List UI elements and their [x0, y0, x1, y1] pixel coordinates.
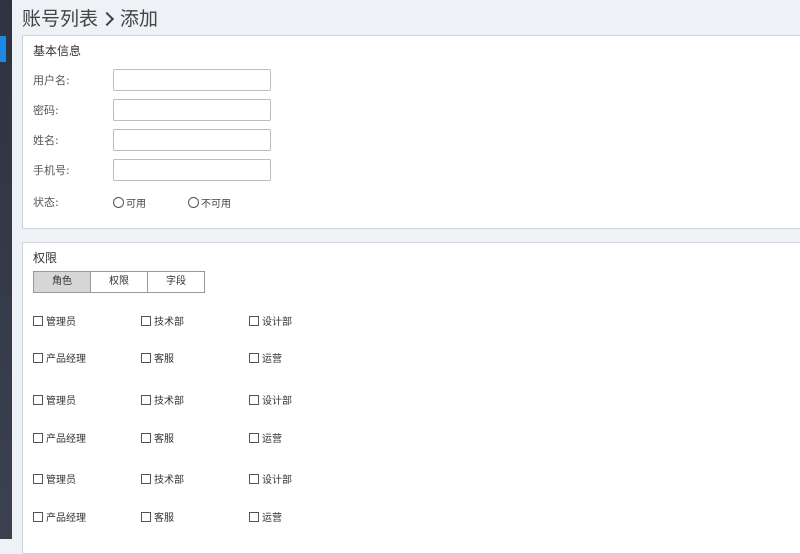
checkbox-item[interactable]: 设计部 [249, 313, 292, 328]
checkbox-square-icon[interactable] [141, 315, 151, 326]
basic-info-title: 基本信息 [33, 44, 82, 58]
checkbox-item[interactable]: 运营 [249, 509, 282, 524]
sidebar-active-indicator [0, 36, 6, 62]
name-label: 姓名: [33, 134, 59, 147]
checkbox-label: 技术部 [154, 317, 184, 328]
basic-info-panel: 基本信息 用户名: 密码: 姓名: 手机号: 状态: 可用 不可用 [22, 35, 800, 229]
checkbox-label: 客服 [154, 434, 174, 445]
phone-input[interactable] [113, 159, 271, 181]
checkbox-label: 管理员 [46, 396, 76, 407]
password-label: 密码: [33, 104, 59, 117]
status-radio-group: 可用 不可用 [113, 195, 273, 210]
checkbox-square-icon[interactable] [141, 394, 151, 405]
breadcrumb-parent[interactable]: 账号列表 [22, 6, 98, 32]
checkbox-item[interactable]: 技术部 [141, 392, 184, 407]
checkbox-label: 运营 [262, 434, 282, 445]
checkbox-square-icon[interactable] [141, 432, 151, 443]
status-radio-disabled[interactable]: 不可用 [188, 195, 231, 210]
checkbox-label: 设计部 [262, 475, 292, 486]
username-row: 用户名: [33, 68, 271, 92]
phone-label: 手机号: [33, 164, 70, 177]
permissions-panel: 权限 角色 权限 字段 管理员 技术部 设计部 产品经理 客服 运营 管理员 技… [22, 242, 800, 554]
chevron-right-icon [99, 11, 115, 27]
checkbox-label: 管理员 [46, 475, 76, 486]
app-sidebar-edge [0, 0, 12, 539]
radio-circle-icon[interactable] [188, 196, 199, 208]
checkbox-item[interactable]: 运营 [249, 350, 282, 365]
checkbox-square-icon[interactable] [249, 432, 259, 443]
checkbox-square-icon[interactable] [249, 473, 259, 484]
checkbox-item[interactable]: 管理员 [33, 392, 76, 407]
password-row: 密码: [33, 98, 271, 122]
checkbox-item[interactable]: 产品经理 [33, 509, 86, 524]
name-input[interactable] [113, 129, 271, 151]
checkbox-label: 技术部 [154, 475, 184, 486]
status-option-disabled-label: 不可用 [201, 198, 231, 210]
checkbox-square-icon[interactable] [33, 315, 43, 326]
checkbox-label: 客服 [154, 513, 174, 524]
checkbox-item[interactable]: 客服 [141, 509, 174, 524]
checkbox-label: 产品经理 [46, 354, 86, 365]
permissions-tabs: 角色 权限 字段 [33, 271, 205, 293]
status-row: 状态: 可用 不可用 [33, 190, 273, 214]
username-input[interactable] [113, 69, 271, 91]
status-label: 状态: [33, 196, 59, 209]
checkbox-item[interactable]: 产品经理 [33, 350, 86, 365]
checkbox-label: 运营 [262, 513, 282, 524]
checkbox-label: 产品经理 [46, 434, 86, 445]
checkbox-square-icon[interactable] [249, 511, 259, 522]
checkbox-item[interactable]: 管理员 [33, 313, 76, 328]
breadcrumb-current: 添加 [120, 8, 159, 30]
checkbox-label: 客服 [154, 354, 174, 365]
checkbox-item[interactable]: 设计部 [249, 471, 292, 486]
tab-roles[interactable]: 角色 [34, 272, 90, 292]
phone-row: 手机号: [33, 158, 271, 182]
checkbox-label: 运营 [262, 354, 282, 365]
checkbox-square-icon[interactable] [141, 473, 151, 484]
username-label: 用户名: [33, 74, 70, 87]
checkbox-label: 管理员 [46, 317, 76, 328]
checkbox-square-icon[interactable] [249, 315, 259, 326]
name-row: 姓名: [33, 128, 271, 152]
checkbox-square-icon[interactable] [33, 473, 43, 484]
radio-circle-icon[interactable] [113, 196, 124, 208]
checkbox-label: 设计部 [262, 396, 292, 407]
permissions-title: 权限 [33, 251, 58, 265]
page-title: 账号列表 添加 [22, 6, 158, 32]
checkbox-square-icon[interactable] [33, 352, 43, 363]
checkbox-square-icon[interactable] [33, 432, 43, 443]
checkbox-item[interactable]: 技术部 [141, 313, 184, 328]
checkbox-item[interactable]: 运营 [249, 430, 282, 445]
checkbox-item[interactable]: 技术部 [141, 471, 184, 486]
checkbox-square-icon[interactable] [249, 352, 259, 363]
checkbox-square-icon[interactable] [141, 511, 151, 522]
checkbox-item[interactable]: 客服 [141, 430, 174, 445]
tab-permissions[interactable]: 权限 [90, 272, 147, 292]
checkbox-square-icon[interactable] [33, 394, 43, 405]
checkbox-label: 设计部 [262, 317, 292, 328]
status-option-enabled-label: 可用 [126, 198, 146, 210]
status-radio-enabled[interactable]: 可用 [113, 195, 146, 210]
password-input[interactable] [113, 99, 271, 121]
checkbox-item[interactable]: 设计部 [249, 392, 292, 407]
checkbox-square-icon[interactable] [33, 511, 43, 522]
tab-fields[interactable]: 字段 [147, 272, 204, 292]
checkbox-label: 产品经理 [46, 513, 86, 524]
checkbox-square-icon[interactable] [141, 352, 151, 363]
checkbox-item[interactable]: 产品经理 [33, 430, 86, 445]
checkbox-square-icon[interactable] [249, 394, 259, 405]
checkbox-item[interactable]: 客服 [141, 350, 174, 365]
checkbox-label: 技术部 [154, 396, 184, 407]
checkbox-item[interactable]: 管理员 [33, 471, 76, 486]
